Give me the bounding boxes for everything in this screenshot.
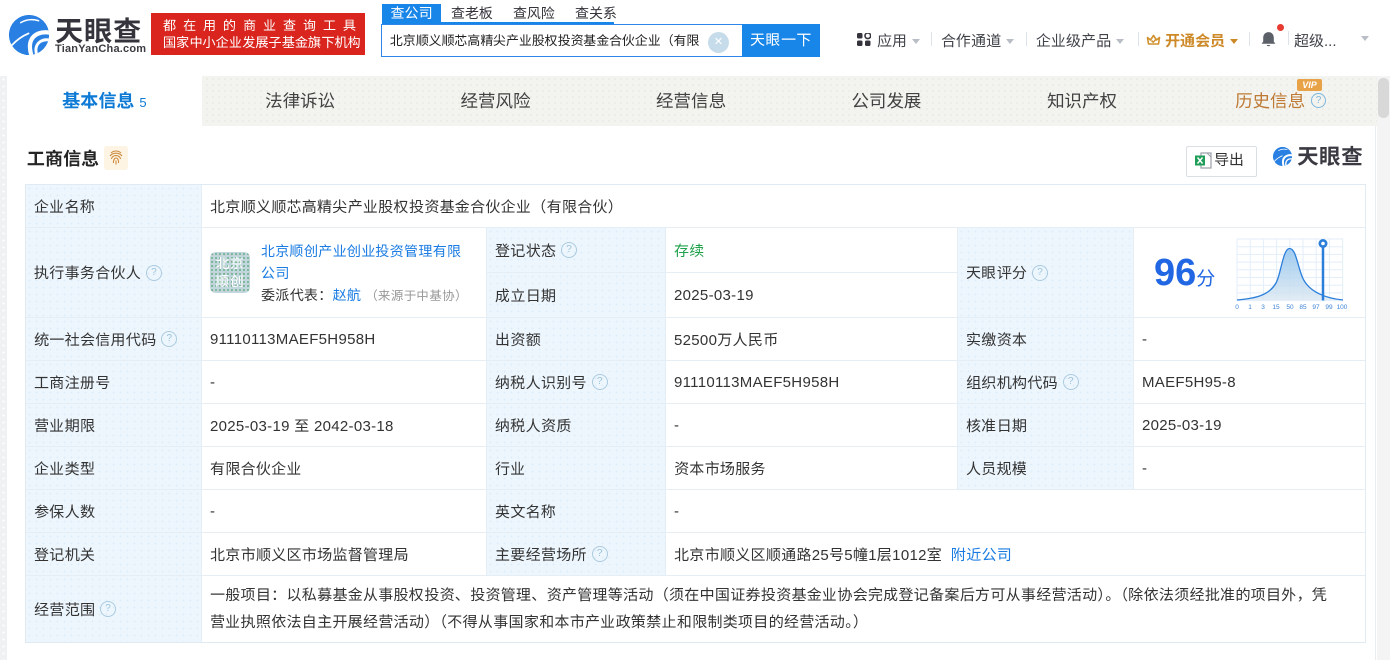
svg-text:15: 15	[1272, 304, 1280, 311]
svg-text:85: 85	[1299, 304, 1307, 311]
svg-text:50: 50	[1286, 304, 1294, 311]
svg-text:99: 99	[1325, 304, 1333, 311]
svg-text:97: 97	[1312, 304, 1320, 311]
svg-text:1: 1	[1248, 304, 1252, 311]
svg-text:0: 0	[1235, 304, 1239, 311]
svg-text:100: 100	[1337, 304, 1348, 311]
svg-text:3: 3	[1261, 304, 1265, 311]
